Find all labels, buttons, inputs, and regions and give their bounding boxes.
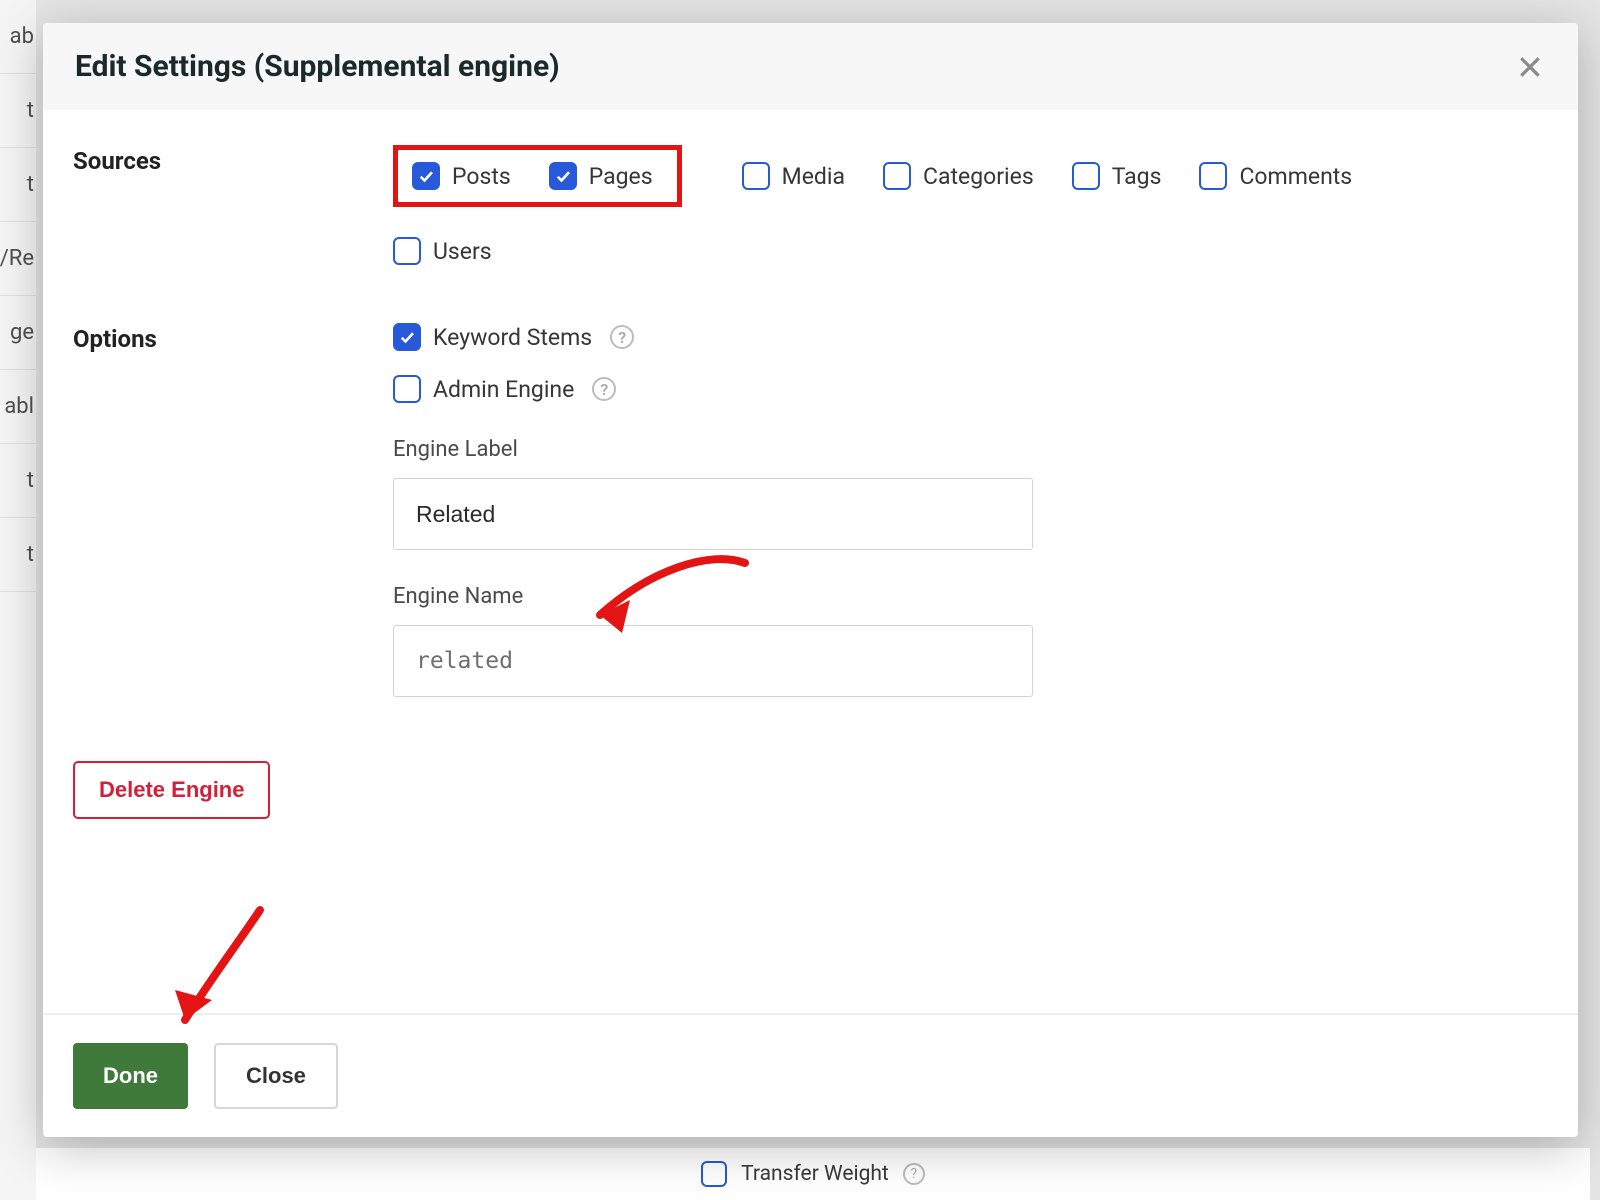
delete-engine-button[interactable]: Delete Engine [73,761,270,819]
source-pages-label: Pages [589,163,653,190]
transfer-weight-checkbox[interactable] [701,1161,727,1187]
checkbox-empty-icon [393,237,421,265]
engine-label-block: Engine Label [393,437,1033,550]
source-posts-label: Posts [452,163,511,190]
admin-engine-label: Admin Engine [433,376,574,403]
source-media-label: Media [782,163,845,190]
checkbox-checked-icon [549,162,577,190]
background-transfer-weight: Transfer Weight ? [36,1148,1590,1200]
checkbox-empty-icon [883,162,911,190]
keyword-stems-label: Keyword Stems [433,324,592,351]
source-pages[interactable]: Pages [549,162,653,190]
engine-label-caption: Engine Label [393,437,1033,462]
engine-name-caption: Engine Name [393,584,1033,609]
source-categories[interactable]: Categories [883,162,1034,190]
source-tags[interactable]: Tags [1072,162,1162,190]
modal-footer: Done Close [43,1013,1578,1137]
sources-highlight: Posts Pages [393,145,682,207]
background-nav: ab t t /Re ge abl t t [0,0,36,1200]
checkbox-checked-icon [412,162,440,190]
engine-name-input[interactable] [393,625,1033,697]
help-icon[interactable]: ? [592,377,616,401]
source-users[interactable]: Users [393,237,492,265]
transfer-weight-help-icon[interactable]: ? [903,1163,925,1185]
done-button[interactable]: Done [73,1043,188,1109]
options-label: Options [73,323,393,353]
close-button[interactable]: Close [214,1043,338,1109]
source-tags-label: Tags [1112,163,1162,190]
source-users-label: Users [433,238,492,265]
source-media[interactable]: Media [742,162,845,190]
modal-body: Sources Posts [43,111,1578,1013]
option-keyword-stems[interactable]: Keyword Stems [393,323,592,351]
sources-label: Sources [73,145,393,175]
help-icon[interactable]: ? [610,325,634,349]
transfer-weight-label: Transfer Weight [741,1162,889,1186]
checkbox-empty-icon [742,162,770,190]
engine-name-block: Engine Name [393,584,1033,697]
option-admin-engine[interactable]: Admin Engine [393,375,574,403]
source-posts[interactable]: Posts [412,162,511,190]
modal-title: Edit Settings (Supplemental engine) [75,49,560,84]
source-categories-label: Categories [923,163,1034,190]
checkbox-empty-icon [1199,162,1227,190]
checkbox-empty-icon [393,375,421,403]
engine-label-input[interactable] [393,478,1033,550]
source-comments-label: Comments [1239,163,1352,190]
edit-settings-modal: Edit Settings (Supplemental engine) Sour… [43,23,1578,1137]
options-row: Options Keyword Stems ? Admin Engine [73,323,1548,697]
close-icon[interactable] [1514,51,1546,83]
modal-header: Edit Settings (Supplemental engine) [43,23,1578,111]
checkbox-checked-icon [393,323,421,351]
source-comments[interactable]: Comments [1199,162,1352,190]
checkbox-empty-icon [1072,162,1100,190]
sources-row: Sources Posts [73,145,1548,265]
